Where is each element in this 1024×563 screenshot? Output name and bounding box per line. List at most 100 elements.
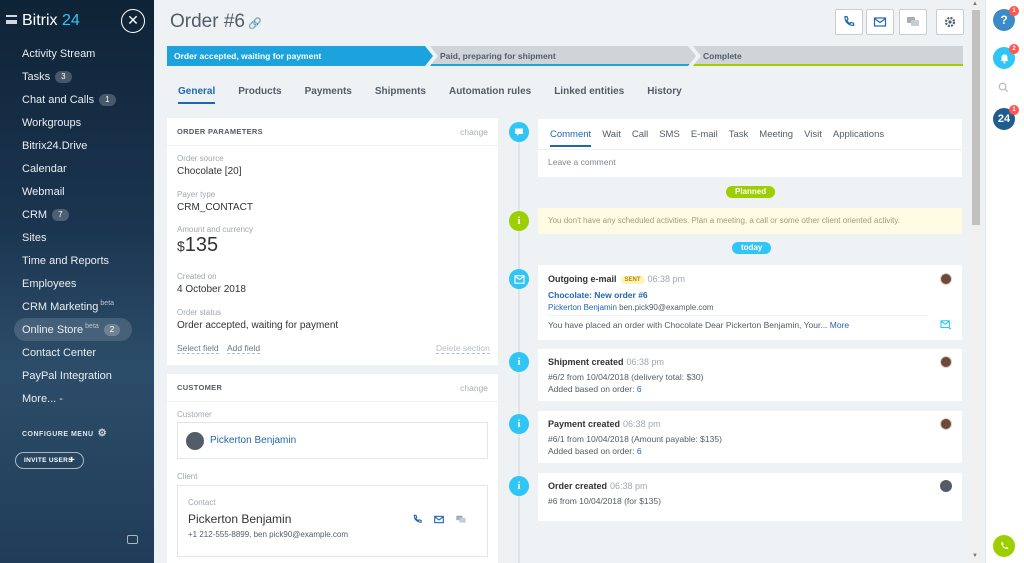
sidebar-item-sites[interactable]: Sites bbox=[0, 226, 154, 249]
scroll-down-icon[interactable]: ▼ bbox=[972, 553, 978, 559]
tab-automation-rules[interactable]: Automation rules bbox=[449, 86, 531, 104]
sidebar-item-online-store[interactable]: Online Store beta 2 bbox=[14, 318, 132, 341]
activity-tab-task[interactable]: Task bbox=[729, 129, 749, 147]
tab-shipments[interactable]: Shipments bbox=[375, 86, 426, 104]
activity-tab-applications[interactable]: Applications bbox=[833, 129, 884, 147]
stage-accepted[interactable]: Order accepted, waiting for payment bbox=[167, 46, 433, 66]
edit-link-icon[interactable]: 🔗 bbox=[248, 18, 262, 30]
search-icon[interactable] bbox=[998, 82, 1009, 93]
info-icon: i bbox=[509, 476, 529, 496]
based-on-text: Added based on order: bbox=[548, 446, 635, 456]
printer-icon[interactable] bbox=[127, 535, 138, 544]
sidebar-item-drive[interactable]: Bitrix24.Drive bbox=[0, 134, 154, 157]
sidebar-item-crm-marketing[interactable]: CRM Marketing beta bbox=[0, 295, 154, 318]
logo[interactable]: Bitrix 24 bbox=[22, 12, 80, 30]
scroll-thumb[interactable] bbox=[972, 10, 980, 225]
customer-name-link[interactable]: Pickerton Benjamin bbox=[210, 435, 296, 446]
tab-history[interactable]: History bbox=[647, 86, 681, 104]
user-avatar-icon bbox=[186, 432, 204, 450]
more-link[interactable]: More bbox=[830, 320, 849, 330]
no-activities-notice: You don't have any scheduled activities.… bbox=[538, 208, 962, 234]
tab-payments[interactable]: Payments bbox=[305, 86, 352, 104]
select-field-link[interactable]: Select field bbox=[177, 343, 219, 354]
tab-general[interactable]: General bbox=[178, 86, 216, 104]
sidebar-item-time-reports[interactable]: Time and Reports bbox=[0, 249, 154, 272]
sent-badge: SENT bbox=[620, 276, 645, 284]
shipment-link[interactable]: #6/2 from 10/04/2018 (delivery total: $3… bbox=[548, 372, 703, 382]
settings-button[interactable] bbox=[936, 9, 964, 35]
call-button[interactable] bbox=[835, 9, 863, 35]
stage-complete[interactable]: Complete bbox=[693, 46, 963, 66]
beta-label: beta bbox=[85, 323, 99, 330]
activity-tab-wait[interactable]: Wait bbox=[602, 129, 621, 147]
stage-paid[interactable]: Paid, preparing for shipment bbox=[430, 46, 696, 66]
email-button[interactable] bbox=[866, 9, 894, 35]
sidebar-item-label: More... - bbox=[22, 392, 63, 405]
page-scrollbar[interactable]: ▲ ▼ bbox=[969, 0, 983, 563]
reply-email-icon[interactable] bbox=[940, 320, 952, 330]
email-subject-link[interactable]: Chocolate: New order #6 bbox=[548, 290, 648, 300]
email-body-text: You have placed an order with Chocolate … bbox=[548, 320, 828, 330]
user-avatar[interactable] bbox=[940, 418, 952, 430]
help-icon[interactable]: ? 1 bbox=[993, 6, 1019, 31]
info-icon: i bbox=[509, 211, 529, 231]
contact-name[interactable]: Pickerton Benjamin bbox=[188, 512, 291, 526]
tab-products[interactable]: Products bbox=[238, 86, 281, 104]
amount-number: 135 bbox=[184, 234, 219, 256]
tab-linked-entities[interactable]: Linked entities bbox=[554, 86, 624, 104]
activity-tab-call[interactable]: Call bbox=[632, 129, 648, 147]
sidebar-item-calendar[interactable]: Calendar bbox=[0, 157, 154, 180]
sidebar-item-chat[interactable]: Chat and Calls 1 bbox=[0, 88, 154, 111]
timeline-item-title: Order created 06:38 pm bbox=[548, 481, 648, 491]
sidebar-item-employees[interactable]: Employees bbox=[0, 272, 154, 295]
sidebar-item-paypal[interactable]: PayPal Integration bbox=[0, 364, 154, 387]
bell-icon[interactable]: 2 bbox=[993, 44, 1019, 69]
field-label: Contact bbox=[188, 498, 216, 507]
payment-link[interactable]: #6/1 from 10/04/2018 (Amount payable: $1… bbox=[548, 434, 722, 444]
order-link[interactable]: 6 bbox=[637, 446, 642, 456]
sidebar-item-workgroups[interactable]: Workgroups bbox=[0, 111, 154, 134]
add-field-link[interactable]: Add field bbox=[227, 343, 261, 354]
sidebar-item-tasks[interactable]: Tasks 3 bbox=[0, 65, 154, 88]
customer-box[interactable]: Pickerton Benjamin bbox=[177, 422, 488, 459]
activity-tab-sms[interactable]: SMS bbox=[659, 129, 680, 147]
sidebar-item-more[interactable]: More... - bbox=[0, 387, 154, 410]
left-sidebar: Bitrix 24 ✕ Activity Stream Tasks 3 Chat … bbox=[0, 0, 154, 563]
email-from-name[interactable]: Pickerton Benjamin bbox=[548, 303, 617, 312]
right-rail: ? 1 2 24 1 bbox=[985, 0, 1024, 563]
activity-tab-comment[interactable]: Comment bbox=[550, 129, 592, 147]
comment-input[interactable]: Leave a comment bbox=[548, 157, 616, 167]
invite-users-button[interactable]: INVITE USERS + bbox=[15, 452, 84, 469]
chat-button[interactable] bbox=[899, 9, 927, 35]
phone-icon[interactable] bbox=[412, 514, 423, 525]
activity-tab-visit[interactable]: Visit bbox=[804, 129, 822, 147]
activity-tab-email[interactable]: E-mail bbox=[691, 129, 718, 147]
delete-section-link[interactable]: Delete section bbox=[436, 343, 490, 354]
stage-label: Complete bbox=[703, 51, 742, 61]
call-icon[interactable] bbox=[993, 535, 1015, 557]
configure-menu-button[interactable]: CONFIGURE MENU ⚙ bbox=[22, 428, 107, 439]
sidebar-item-activity-stream[interactable]: Activity Stream bbox=[0, 42, 154, 65]
stage-label: Order accepted, waiting for payment bbox=[174, 51, 322, 61]
sidebar-item-webmail[interactable]: Webmail bbox=[0, 180, 154, 203]
sidebar-item-crm[interactable]: CRM 7 bbox=[0, 203, 154, 226]
change-link[interactable]: change bbox=[460, 374, 488, 402]
user-avatar[interactable] bbox=[940, 273, 952, 285]
timeline-payment-item: Payment created 06:38 pm #6/1 from 10/04/… bbox=[538, 411, 962, 463]
change-link[interactable]: change bbox=[460, 118, 488, 146]
menu-icon[interactable] bbox=[6, 15, 17, 24]
order-created-title: Order created bbox=[548, 481, 608, 491]
sidebar-item-label: Calendar bbox=[22, 162, 67, 175]
close-icon[interactable]: ✕ bbox=[121, 9, 145, 33]
sidebar-item-contact-center[interactable]: Contact Center bbox=[0, 341, 154, 364]
notification-badge: 2 bbox=[1009, 44, 1019, 54]
bitrix24-icon[interactable]: 24 1 bbox=[993, 105, 1019, 130]
order-link[interactable]: 6 bbox=[637, 384, 642, 394]
activity-tab-meeting[interactable]: Meeting bbox=[759, 129, 793, 147]
scroll-up-icon[interactable]: ▲ bbox=[972, 1, 978, 7]
user-avatar[interactable] bbox=[940, 356, 952, 368]
envelope-icon[interactable] bbox=[433, 514, 445, 525]
user-avatar[interactable] bbox=[940, 480, 952, 492]
sidebar-item-label: Sites bbox=[22, 231, 47, 244]
chat-icon[interactable] bbox=[455, 514, 467, 525]
